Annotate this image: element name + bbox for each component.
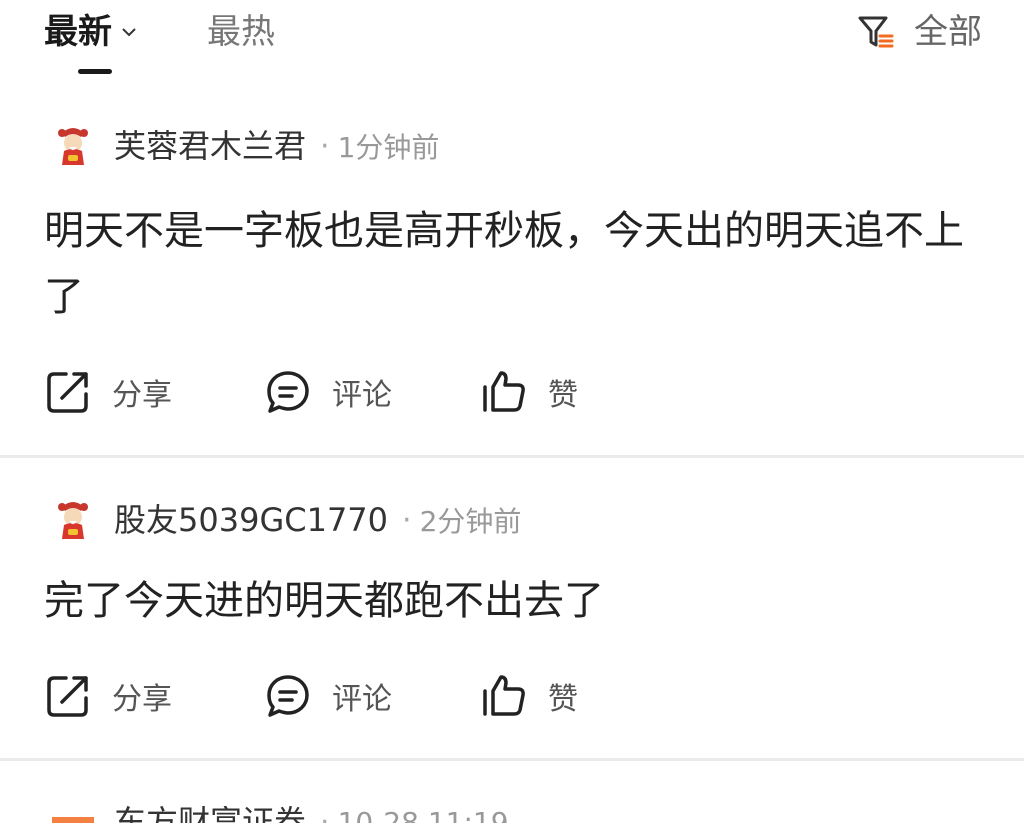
like-label: 赞 xyxy=(548,682,578,717)
share-icon xyxy=(44,672,92,720)
post-actions: 分享 评论 赞 xyxy=(44,668,744,724)
filter-button[interactable]: 全部 xyxy=(856,8,982,56)
post-author-name[interactable]: 股友5039GC1770 xyxy=(114,496,388,544)
tab-latest-label: 最新 xyxy=(44,12,112,52)
post-item[interactable]: 股友5039GC1770 · 2分钟前 完了今天进的明天都跑不出去了 分享 评论… xyxy=(0,458,1024,758)
share-label: 分享 xyxy=(112,682,172,717)
post-item[interactable]: 东方财富证券 · 10-28 11:19 xyxy=(0,762,1024,823)
post-time: 2分钟前 xyxy=(419,505,522,538)
like-button[interactable]: 赞 xyxy=(480,668,578,724)
comment-icon xyxy=(264,672,312,720)
filter-label: 全部 xyxy=(914,12,982,52)
tab-hot[interactable]: 最热 xyxy=(207,8,275,56)
filter-icon xyxy=(856,12,896,52)
separator-dot: · xyxy=(320,128,330,164)
post-actions: 分享 评论 赞 xyxy=(44,364,744,420)
comment-label: 评论 xyxy=(332,682,392,717)
avatar[interactable] xyxy=(50,799,96,823)
active-tab-indicator xyxy=(78,69,112,74)
avatar[interactable] xyxy=(50,497,96,543)
share-button[interactable]: 分享 xyxy=(44,364,172,420)
comment-button[interactable]: 评论 xyxy=(264,364,392,420)
thumbs-up-icon xyxy=(480,672,528,720)
post-author-name[interactable]: 东方财富证券 xyxy=(114,798,306,823)
post-author-row: 芙蓉君木兰君 · 1分钟前 xyxy=(50,116,439,176)
post-author-name[interactable]: 芙蓉君木兰君 xyxy=(114,122,306,170)
separator-dot: · xyxy=(402,502,412,538)
comment-label: 评论 xyxy=(332,378,392,413)
post-item[interactable]: 芙蓉君木兰君 · 1分钟前 明天不是一字板也是高开秒板，今天出的明天追不上了 分… xyxy=(0,100,1024,455)
post-content[interactable]: 明天不是一字板也是高开秒板，今天出的明天追不上了 xyxy=(44,198,984,330)
post-author-row: 股友5039GC1770 · 2分钟前 xyxy=(50,490,521,550)
thumbs-up-icon xyxy=(480,368,528,416)
separator-dot: · xyxy=(320,804,330,823)
tab-latest[interactable]: 最新 xyxy=(44,8,140,56)
avatar[interactable] xyxy=(50,123,96,169)
comment-button[interactable]: 评论 xyxy=(264,668,392,724)
share-label: 分享 xyxy=(112,378,172,413)
post-time: 10-28 11:19 xyxy=(337,805,509,823)
comment-icon xyxy=(264,368,312,416)
chevron-down-icon xyxy=(118,21,140,43)
tab-hot-label: 最热 xyxy=(207,12,275,52)
share-icon xyxy=(44,368,92,416)
post-author-row: 东方财富证券 · 10-28 11:19 xyxy=(50,792,509,823)
like-label: 赞 xyxy=(548,378,578,413)
share-button[interactable]: 分享 xyxy=(44,668,172,724)
post-time: 1分钟前 xyxy=(337,131,440,164)
divider xyxy=(0,758,1024,761)
post-content[interactable]: 完了今天进的明天都跑不出去了 xyxy=(44,568,984,634)
feed-header: 最新 最热 全部 xyxy=(0,0,1024,80)
like-button[interactable]: 赞 xyxy=(480,364,578,420)
